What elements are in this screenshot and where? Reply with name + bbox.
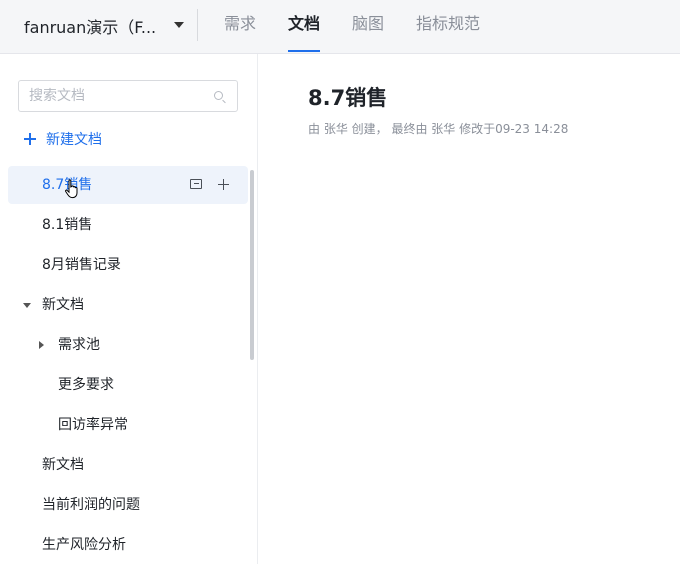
doc-item-label: 8月销售记录 bbox=[42, 257, 121, 273]
tab-documents[interactable]: 文档 bbox=[288, 0, 321, 52]
doc-item-label: 新文档 bbox=[42, 457, 84, 473]
top-bar: fanruan演示（F... 需求 文档 脑图 指标规范 bbox=[0, 0, 680, 54]
doc-folder-requirement-pool[interactable]: 需求池 bbox=[8, 326, 248, 364]
new-document-label: 新建文档 bbox=[46, 132, 102, 148]
sidebar-scrollbar[interactable] bbox=[250, 170, 254, 360]
tab-metric-specs[interactable]: 指标规范 bbox=[416, 0, 480, 52]
doc-item-label: 需求池 bbox=[58, 337, 100, 353]
sidebar: 新建文档 8.7销售 8.1销售 8月销售记录 新文档 需求池 更多要求 回访率… bbox=[0, 54, 258, 564]
doc-item-8-1[interactable]: 8.1销售 bbox=[8, 206, 248, 244]
doc-item-profit-issues[interactable]: 当前利润的问题 bbox=[8, 486, 248, 524]
search-icon[interactable] bbox=[214, 91, 223, 100]
doc-item-label: 8.1销售 bbox=[42, 217, 93, 233]
project-switcher[interactable]: fanruan演示（F... bbox=[24, 0, 184, 52]
doc-folder-new-doc[interactable]: 新文档 bbox=[8, 286, 248, 324]
search-input[interactable] bbox=[29, 87, 199, 105]
search-box[interactable] bbox=[18, 80, 238, 112]
doc-item-production-risk[interactable]: 生产风险分析 bbox=[8, 526, 248, 564]
add-child-icon[interactable] bbox=[218, 179, 229, 190]
doc-item-return-visit-anomaly[interactable]: 回访率异常 bbox=[8, 406, 248, 444]
doc-item-label: 更多要求 bbox=[58, 377, 114, 393]
document-meta: 由 张华 创建， 最终由 张华 修改于09-23 14:28 bbox=[308, 122, 569, 136]
hand-cursor-icon bbox=[64, 179, 78, 199]
document-title: 8.7销售 bbox=[308, 86, 388, 110]
doc-item-label: 回访率异常 bbox=[58, 417, 128, 433]
doc-item-aug-records[interactable]: 8月销售记录 bbox=[8, 246, 248, 284]
caret-down-icon[interactable] bbox=[23, 303, 31, 308]
new-document-button[interactable]: 新建文档 bbox=[24, 128, 102, 150]
tab-mindmap[interactable]: 脑图 bbox=[352, 0, 384, 52]
doc-item-label: 当前利润的问题 bbox=[42, 497, 140, 513]
doc-item-8-7[interactable]: 8.7销售 bbox=[8, 166, 248, 204]
caret-right-icon[interactable] bbox=[39, 341, 44, 349]
move-to-folder-icon[interactable] bbox=[190, 179, 202, 189]
doc-item-label: 新文档 bbox=[42, 297, 84, 313]
chevron-down-icon bbox=[174, 22, 184, 28]
tab-requirements[interactable]: 需求 bbox=[224, 0, 256, 52]
divider bbox=[197, 9, 198, 41]
plus-icon bbox=[24, 133, 36, 145]
doc-item-new-doc[interactable]: 新文档 bbox=[8, 446, 248, 484]
project-name: fanruan演示（F... bbox=[24, 18, 157, 37]
doc-item-label: 生产风险分析 bbox=[42, 537, 126, 553]
doc-item-more-requirements[interactable]: 更多要求 bbox=[8, 366, 248, 404]
